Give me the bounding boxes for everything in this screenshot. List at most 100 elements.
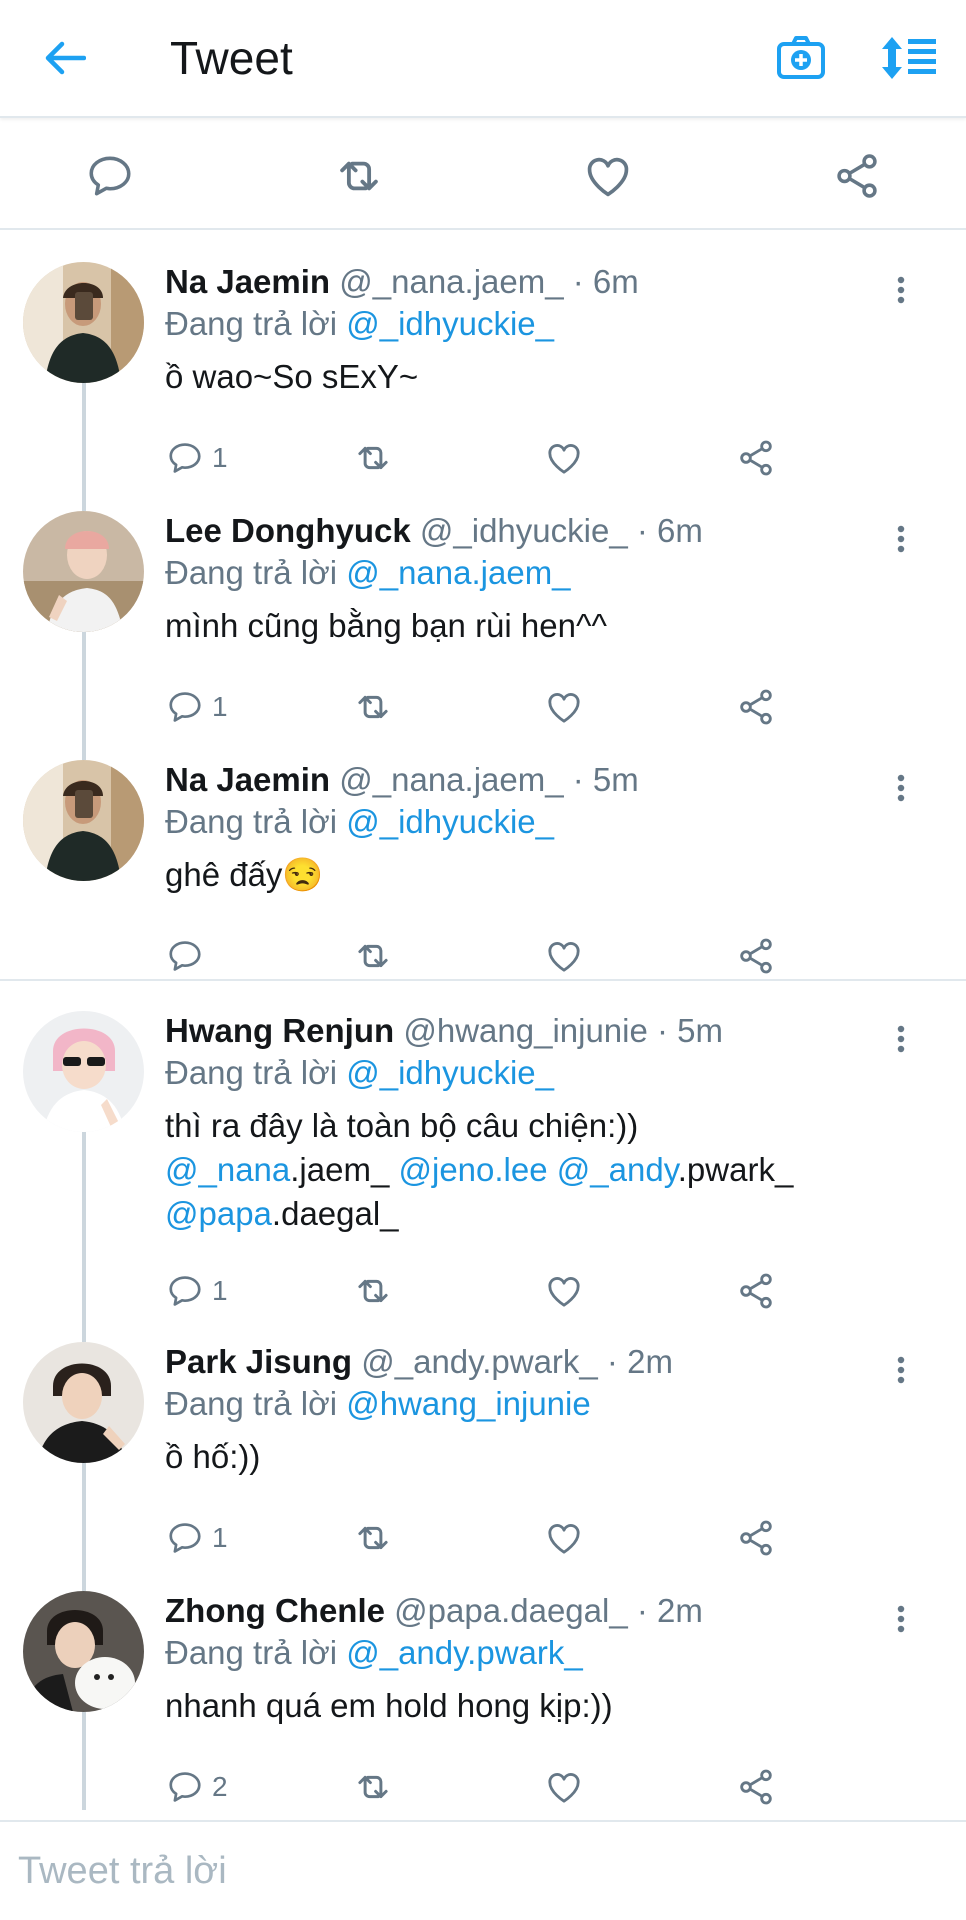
reply-thread: Na Jaemin @_nana.jaem_ · 6m Đang trả lời… xyxy=(0,232,966,1810)
replying-to-link[interactable]: @_idhyuckie_ xyxy=(346,305,554,342)
replying-to-link[interactable]: @_nana.jaem_ xyxy=(346,554,570,591)
tweet-like-button[interactable] xyxy=(580,148,636,204)
like-button[interactable] xyxy=(544,1269,584,1313)
reply-text: nhanh quá em hold hong kịp:)) xyxy=(165,1687,613,1724)
avatar[interactable] xyxy=(23,1591,144,1712)
display-name[interactable]: Lee Donghyuck xyxy=(165,512,411,549)
replying-to-link[interactable]: @_andy.pwark_ xyxy=(346,1634,583,1671)
camera-button[interactable] xyxy=(766,23,836,93)
avatar[interactable] xyxy=(23,262,144,383)
sort-button[interactable] xyxy=(874,23,944,93)
tweet-retweet-button[interactable] xyxy=(331,148,387,204)
tweet-action-bar xyxy=(0,120,966,230)
reply-item[interactable]: Na Jaemin @_nana.jaem_ · 6m Đang trả lời… xyxy=(0,232,966,481)
back-button[interactable] xyxy=(32,25,98,91)
camera-plus-icon xyxy=(777,36,825,79)
like-icon xyxy=(544,936,584,976)
reply-button[interactable] xyxy=(166,934,212,978)
like-icon xyxy=(544,1271,584,1311)
share-icon xyxy=(736,1271,776,1311)
more-vertical-icon xyxy=(896,1355,906,1385)
retweet-button[interactable] xyxy=(352,436,394,480)
more-options-button[interactable] xyxy=(886,519,916,559)
avatar[interactable] xyxy=(23,1011,144,1132)
mention-link[interactable]: @papa xyxy=(165,1195,272,1232)
display-name[interactable]: Zhong Chenle xyxy=(165,1592,385,1629)
app-bar: Tweet xyxy=(0,0,966,118)
mention-rest: .daegal_ xyxy=(271,1195,399,1232)
like-button[interactable] xyxy=(544,1765,584,1809)
replying-to-link[interactable]: @hwang_injunie xyxy=(346,1385,591,1422)
share-button[interactable] xyxy=(736,1765,776,1809)
mention-rest: .pwark_ xyxy=(677,1151,794,1188)
like-button[interactable] xyxy=(544,934,584,978)
reply-compose-input[interactable] xyxy=(0,1822,966,1920)
retweet-button[interactable] xyxy=(352,1765,394,1809)
reply-item[interactable]: Lee Donghyuck @_idhyuckie_ · 6m Đang trả… xyxy=(0,481,966,730)
more-options-button[interactable] xyxy=(886,1599,916,1639)
reply-item[interactable]: Na Jaemin @_nana.jaem_ · 5m Đang trả lời… xyxy=(0,730,966,979)
retweet-button[interactable] xyxy=(352,1269,394,1313)
reply-icon xyxy=(166,1768,204,1806)
like-button[interactable] xyxy=(544,685,584,729)
reply-count: 1 xyxy=(212,691,228,722)
replying-label: Đang trả lời xyxy=(165,803,338,840)
share-button[interactable] xyxy=(736,1269,776,1313)
avatar[interactable] xyxy=(23,1342,144,1463)
retweet-icon xyxy=(352,437,394,479)
thread-connector xyxy=(82,632,86,730)
mention-link[interactable]: @_andy xyxy=(557,1151,678,1188)
share-button[interactable] xyxy=(736,685,776,729)
replying-to-link[interactable]: @_idhyuckie_ xyxy=(346,803,554,840)
thread-connector xyxy=(82,481,86,511)
more-vertical-icon xyxy=(896,1604,906,1634)
share-icon xyxy=(736,1518,776,1558)
retweet-button[interactable] xyxy=(352,1516,394,1560)
avatar[interactable] xyxy=(23,511,144,632)
handle-time: @_nana.jaem_ · 5m xyxy=(339,761,639,798)
share-button[interactable] xyxy=(736,934,776,978)
display-name[interactable]: Hwang Renjun xyxy=(165,1012,394,1049)
handle-time: @hwang_injunie · 5m xyxy=(403,1012,724,1049)
more-options-button[interactable] xyxy=(886,270,916,310)
reply-item[interactable]: Hwang Renjun @hwang_injunie · 5m Đang tr… xyxy=(0,979,966,1314)
reply-button[interactable]: 1 xyxy=(166,685,228,729)
more-options-button[interactable] xyxy=(886,1019,916,1059)
tweet-share-button[interactable] xyxy=(829,148,885,204)
retweet-button[interactable] xyxy=(352,685,394,729)
reply-count: 1 xyxy=(212,1275,228,1306)
thread-connector xyxy=(82,1712,86,1810)
mention-link[interactable]: @jeno.lee xyxy=(399,1151,548,1188)
reply-item[interactable]: Zhong Chenle @papa.daegal_ · 2m Đang trả… xyxy=(0,1561,966,1810)
share-icon xyxy=(736,687,776,727)
reply-button[interactable]: 1 xyxy=(166,1269,228,1313)
like-button[interactable] xyxy=(544,1516,584,1560)
share-button[interactable] xyxy=(736,1516,776,1560)
tweet-reply-button[interactable] xyxy=(82,148,138,204)
display-name[interactable]: Na Jaemin xyxy=(165,761,330,798)
replying-to-link[interactable]: @_idhyuckie_ xyxy=(346,1054,554,1091)
reply-text: thì ra đây là toàn bộ câu chiện:)) @_nan… xyxy=(165,1104,926,1236)
replying-label: Đang trả lời xyxy=(165,1385,338,1422)
reply-button[interactable]: 1 xyxy=(166,1516,228,1560)
retweet-icon xyxy=(352,935,394,977)
share-icon xyxy=(736,936,776,976)
reply-text: ghê đấy😒 xyxy=(165,856,324,893)
display-name[interactable]: Park Jisung xyxy=(165,1343,352,1380)
more-options-button[interactable] xyxy=(886,1350,916,1390)
replying-label: Đang trả lời xyxy=(165,554,338,591)
retweet-button[interactable] xyxy=(352,934,394,978)
avatar[interactable] xyxy=(23,760,144,881)
share-button[interactable] xyxy=(736,436,776,480)
like-button[interactable] xyxy=(544,436,584,480)
arrow-left-icon xyxy=(45,41,86,75)
reply-button[interactable]: 2 xyxy=(166,1765,228,1809)
reply-button[interactable]: 1 xyxy=(166,436,228,480)
retweet-icon xyxy=(352,1517,394,1559)
reply-item[interactable]: Park Jisung @_andy.pwark_ · 2m Đang trả … xyxy=(0,1312,966,1561)
reply-icon xyxy=(85,151,135,201)
more-options-button[interactable] xyxy=(886,768,916,808)
like-icon xyxy=(544,438,584,478)
display-name[interactable]: Na Jaemin xyxy=(165,263,330,300)
mention-link[interactable]: @_nana xyxy=(165,1151,290,1188)
